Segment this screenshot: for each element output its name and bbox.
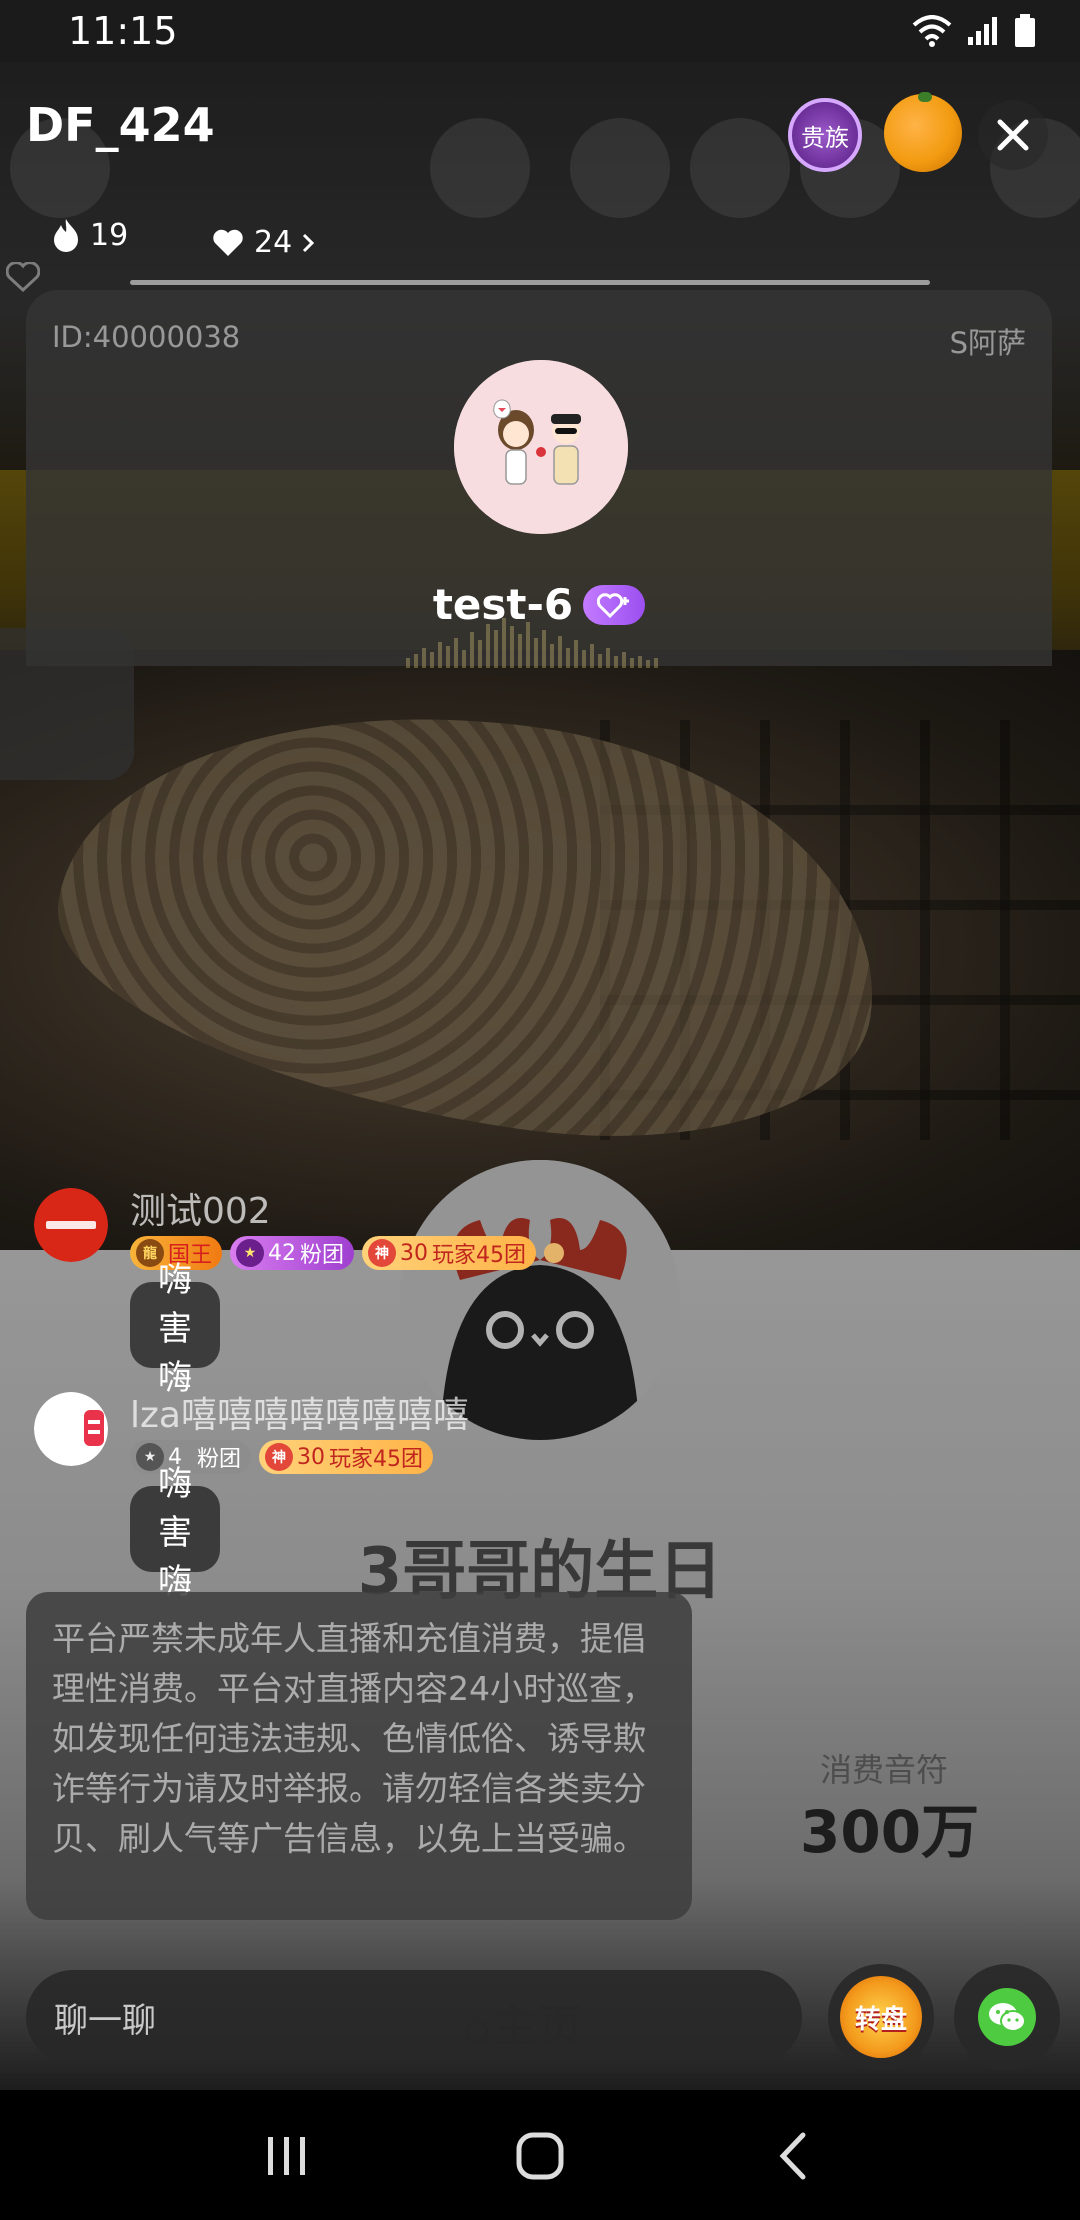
close-icon — [997, 119, 1029, 151]
wechat-share-button[interactable] — [954, 1964, 1060, 2070]
chat-input[interactable]: 聊一聊 — [26, 1970, 802, 2064]
status-time: 11:15 — [68, 9, 178, 53]
room-title[interactable]: DF_424 — [26, 98, 215, 152]
wifi-icon — [912, 15, 952, 47]
mic-user-avatar[interactable] — [454, 360, 628, 534]
shield-icon: 神 — [265, 1443, 294, 1471]
orange-leaf — [918, 92, 932, 102]
chat-bubble[interactable]: 嗨害嗨 — [130, 1260, 220, 1398]
mic-seat-card[interactable]: ID:40000038 S阿萨 test-6 — [26, 290, 1052, 668]
close-button[interactable] — [978, 100, 1048, 170]
chat-input-placeholder: 聊一聊 — [54, 2000, 156, 2041]
player-group-badge: 神 30 玩家45团 — [259, 1440, 434, 1474]
status-bar: 11:15 — [0, 0, 1080, 62]
wheel-icon: 转盘 — [840, 1976, 922, 2058]
audio-wave — [406, 608, 966, 668]
medal-icon — [544, 1243, 565, 1263]
noble-label: 贵族 — [801, 123, 849, 152]
chat-user-name[interactable]: 测试002 — [130, 1182, 271, 1234]
wheel-label: 转盘 — [854, 2004, 907, 2035]
mic-user-id: ID:40000038 — [52, 320, 241, 354]
top-viewer-avatar[interactable] — [884, 94, 962, 172]
platform-notice: 平台严禁未成年人直播和充值消费，提倡理性消费。平台对直播内容24小时巡查，如发现… — [26, 1592, 692, 1920]
hot-count: 19 — [90, 217, 129, 253]
header-divider — [130, 280, 930, 285]
side-panel-tab[interactable] — [0, 628, 134, 780]
battery-icon — [1015, 14, 1035, 47]
user-badges: 龍 国王 ★ 42 粉团 神 30 玩家45团 — [130, 1236, 565, 1270]
noble-button[interactable]: 贵族 — [788, 98, 862, 172]
home-button[interactable] — [500, 2116, 580, 2196]
flame-icon — [54, 219, 78, 252]
shield-icon: 神 — [368, 1239, 397, 1267]
lucky-wheel-button[interactable]: 转盘 — [828, 1964, 934, 2070]
chevron-right-icon — [303, 233, 315, 252]
system-nav-bar — [0, 2092, 1080, 2220]
mic-owner-name[interactable]: S阿萨 — [950, 320, 1026, 362]
heart-icon — [213, 229, 243, 256]
recent-apps-button[interactable] — [247, 2116, 327, 2196]
wechat-icon — [978, 1988, 1036, 2046]
likes-count: 24 — [254, 225, 293, 260]
signal-icon — [968, 17, 997, 45]
chat-bubble[interactable]: 嗨害嗨 — [130, 1464, 220, 1602]
back-button[interactable] — [753, 2116, 833, 2196]
hot-indicator[interactable]: 19 — [52, 210, 128, 260]
star-icon: ★ — [236, 1239, 265, 1267]
home-circle-icon — [516, 2132, 564, 2180]
likes-indicator[interactable]: 24 — [212, 225, 315, 260]
heart-outline-icon — [6, 262, 40, 292]
recent-apps-icon — [267, 2137, 305, 2175]
back-icon — [779, 2132, 806, 2180]
background-viewers — [6, 262, 40, 292]
fan-badge: ★ 42 粉团 — [230, 1236, 355, 1270]
chat-avatar[interactable] — [34, 1392, 108, 1466]
chat-avatar[interactable] — [34, 1188, 108, 1262]
player-group-badge: 神 30 玩家45团 — [362, 1236, 537, 1270]
chat-user-name[interactable]: lza嘻嘻嘻嘻嘻嘻嘻嘻 — [130, 1386, 469, 1438]
